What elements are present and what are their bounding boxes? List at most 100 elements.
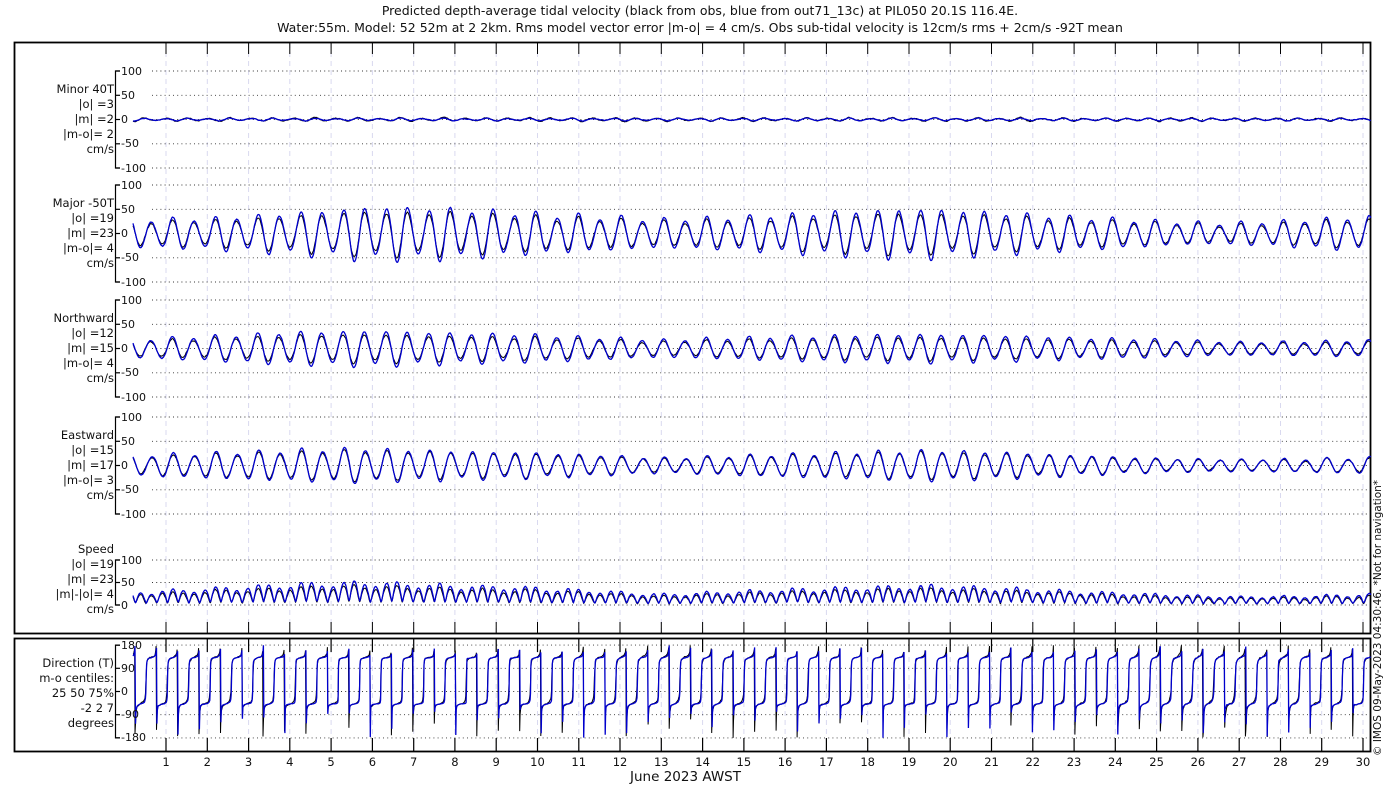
obs-stat: |o| =19 — [71, 211, 114, 225]
tidal-velocity-figure: { "title_line1": "Predicted depth-averag… — [0, 0, 1400, 800]
unit-label: cm/s — [86, 142, 114, 156]
major-model-line — [132, 206, 1372, 263]
error-stat: |m-o|= 3 — [63, 473, 114, 487]
x-tick-label: 20 — [942, 755, 958, 769]
y-tick-label: 50 — [121, 434, 135, 448]
y-tick-label: 50 — [121, 202, 135, 216]
unit-label: degrees — [67, 716, 114, 730]
speed-model-line — [132, 580, 1372, 605]
panel-label-direction: Direction (T) m-o centiles: 25 50 75% -2… — [8, 656, 114, 731]
y-tick-label: 50 — [121, 88, 135, 102]
y-tick-label: -50 — [121, 366, 139, 380]
centiles-vals: -2 2 7 — [80, 701, 114, 715]
y-tick-label: -180 — [121, 731, 146, 745]
centiles-pcts: 25 50 75% — [51, 686, 114, 700]
x-axis-title: June 2023 AWST — [630, 769, 741, 785]
y-tick-label: 0 — [121, 685, 128, 698]
x-tick-label: 11 — [571, 755, 587, 769]
obs-stat: |o| =19 — [71, 557, 114, 571]
centiles-label: m-o centiles: — [39, 671, 114, 685]
model-stat: |m| =23 — [67, 572, 114, 586]
eastward-obs-line — [132, 449, 1372, 483]
y-tick-label: -50 — [121, 137, 139, 151]
panel-label-northward: Northward |o| =12 |m| =15 |m-o|= 4 cm/s — [8, 311, 114, 386]
x-tick-label: 13 — [653, 755, 669, 769]
x-tick-label: 19 — [901, 755, 917, 769]
eastward-model-line — [132, 446, 1372, 485]
x-tick-label: 2 — [203, 755, 211, 769]
x-tick-label: 24 — [1108, 755, 1123, 769]
obs-stat: |o| =12 — [71, 326, 114, 340]
model-stat: |m| =17 — [67, 458, 114, 472]
error-stat: |m-o|= 4 — [63, 356, 114, 370]
panel-title: Northward — [53, 311, 114, 325]
y-tick-label: 100 — [121, 293, 142, 307]
x-tick-label: 10 — [530, 755, 545, 769]
panel-label-minor: Minor 40T |o| =3 |m| =2 |m-o|= 2 cm/s — [8, 82, 114, 157]
x-tick-label: 9 — [492, 755, 500, 769]
x-tick-label: 23 — [1066, 755, 1082, 769]
model-stat: |m| =2 — [74, 112, 114, 126]
x-tick-label: 29 — [1314, 755, 1330, 769]
error-stat: |m-o|= 4 — [63, 241, 114, 255]
y-tick-label: 100 — [121, 553, 142, 567]
imos-watermark: © IMOS 09-May-2023 04:30:46. *Not for na… — [1372, 479, 1384, 756]
error-stat: |m-o|= 2 — [63, 127, 114, 141]
panel-label-major: Major -50T |o| =19 |m| =23 |m-o|= 4 cm/s — [8, 196, 114, 271]
error-stat: |m|-|o|= 4 — [55, 587, 115, 601]
x-tick-label: 21 — [984, 755, 999, 769]
panel-title: Minor 40T — [56, 82, 114, 96]
unit-label: cm/s — [86, 371, 114, 385]
y-tick-label: 100 — [121, 178, 142, 192]
x-tick-label: 4 — [286, 755, 294, 769]
panel-label-eastward: Eastward |o| =15 |m| =17 |m-o|= 3 cm/s — [8, 428, 114, 503]
x-tick-label: 8 — [451, 755, 459, 769]
y-tick-label: -100 — [121, 275, 146, 289]
obs-stat: |o| =3 — [78, 97, 114, 111]
y-tick-label: 180 — [121, 638, 142, 652]
x-tick-label: 17 — [819, 755, 834, 769]
panel-title: Direction (T) — [42, 656, 114, 670]
x-tick-label: 25 — [1149, 755, 1164, 769]
y-tick-label: 0 — [121, 113, 128, 126]
y-tick-label: 100 — [121, 64, 142, 78]
x-tick-label: 1 — [162, 755, 170, 769]
y-tick-label: -100 — [121, 390, 146, 404]
y-tick-label: 50 — [121, 317, 135, 331]
y-tick-label: -50 — [121, 483, 139, 497]
y-tick-label: 50 — [121, 576, 135, 589]
y-tick-label: 0 — [121, 227, 128, 240]
x-tick-label: 16 — [777, 755, 793, 769]
y-tick-label: 0 — [121, 342, 128, 355]
panel-title: Speed — [77, 542, 114, 556]
obs-stat: |o| =15 — [71, 443, 114, 457]
unit-label: cm/s — [86, 488, 114, 502]
x-tick-label: 18 — [860, 755, 875, 769]
x-tick-label: 6 — [368, 755, 377, 769]
model-stat: |m| =23 — [67, 226, 114, 240]
model-stat: |m| =15 — [67, 341, 114, 355]
x-tick-label: 5 — [327, 755, 335, 769]
direction-model-line — [132, 645, 1371, 738]
y-tick-label: 100 — [121, 410, 142, 424]
y-tick-label: -90 — [121, 708, 139, 722]
x-tick-label: 26 — [1190, 755, 1206, 769]
minor-model-line — [132, 117, 1371, 122]
y-tick-label: 0 — [121, 459, 128, 472]
y-tick-label: -50 — [121, 251, 139, 265]
panel-label-speed: Speed |o| =19 |m| =23 |m|-|o|= 4 cm/s — [8, 542, 115, 617]
panel-title: Eastward — [60, 428, 114, 442]
x-tick-label: 7 — [409, 755, 418, 769]
x-tick-label: 28 — [1273, 755, 1288, 769]
x-tick-label: 30 — [1355, 755, 1371, 769]
y-tick-label: -100 — [121, 161, 146, 175]
y-tick-label: -100 — [121, 507, 146, 521]
y-tick-label: 90 — [121, 661, 135, 675]
x-tick-label: 14 — [695, 755, 710, 769]
x-tick-label: 15 — [736, 755, 752, 769]
x-tick-label: 22 — [1025, 755, 1041, 769]
unit-label: cm/s — [86, 602, 114, 616]
unit-label: cm/s — [86, 256, 114, 270]
northward-model-line — [132, 330, 1372, 369]
x-tick-label: 12 — [612, 755, 628, 769]
